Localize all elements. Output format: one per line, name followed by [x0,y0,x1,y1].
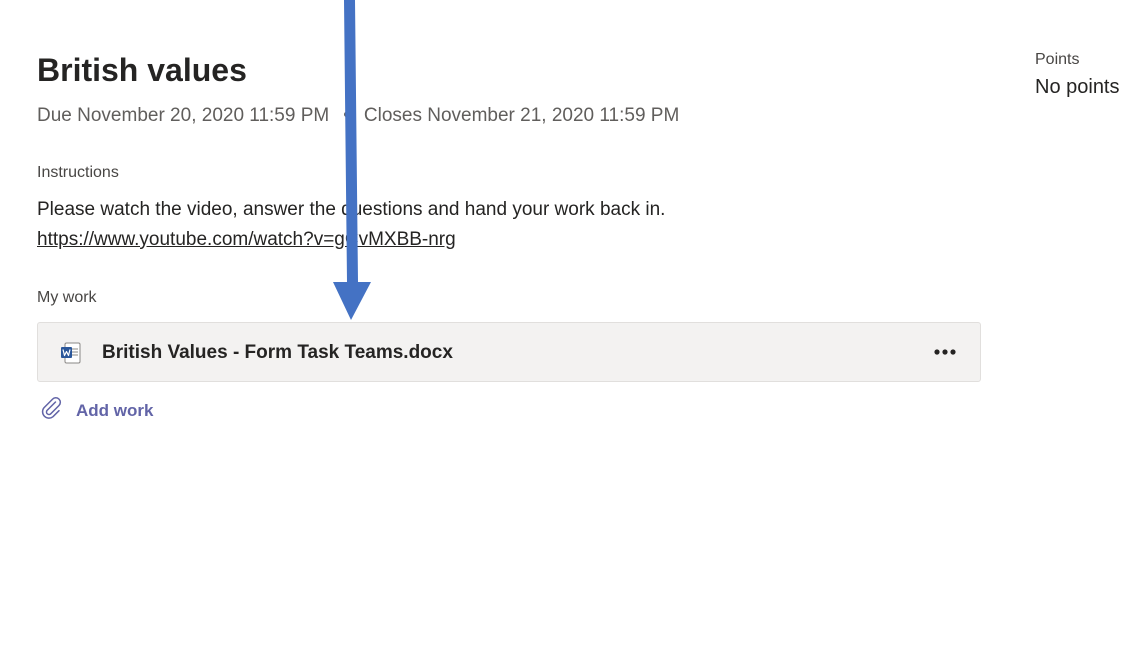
add-work-button[interactable]: Add work [40,396,153,425]
date-separator: • [343,105,350,126]
more-options-icon [934,349,956,355]
assignment-page: British values Due November 20, 2020 11:… [0,0,1140,657]
annotation-arrow [333,0,371,320]
points-label: Points [1035,51,1080,68]
close-date: Closes November 21, 2020 11:59 PM [363,105,680,126]
instructions-body: Please watch the video, answer the quest… [37,199,666,220]
instructions-text: Please watch the video, answer the quest… [37,195,777,255]
more-options-button[interactable] [928,337,962,367]
due-date: Due November 20, 2020 11:59 PM [37,105,330,126]
my-work-label: My work [37,289,97,306]
add-work-label: Add work [76,400,154,420]
paperclip-icon [40,396,62,425]
word-document-icon [60,342,82,364]
video-link[interactable]: https://www.youtube.com/watch?v=gCvMXBB-… [37,229,456,250]
points-value: No points [1035,76,1120,98]
assignment-title: British values [37,52,247,88]
attached-file-card[interactable]: British Values - Form Task Teams.docx [37,322,981,382]
assignment-dates: Due November 20, 2020 11:59 PM • Closes No… [37,104,679,128]
instructions-label: Instructions [37,164,119,181]
file-name[interactable]: British Values - Form Task Teams.docx [102,341,453,365]
